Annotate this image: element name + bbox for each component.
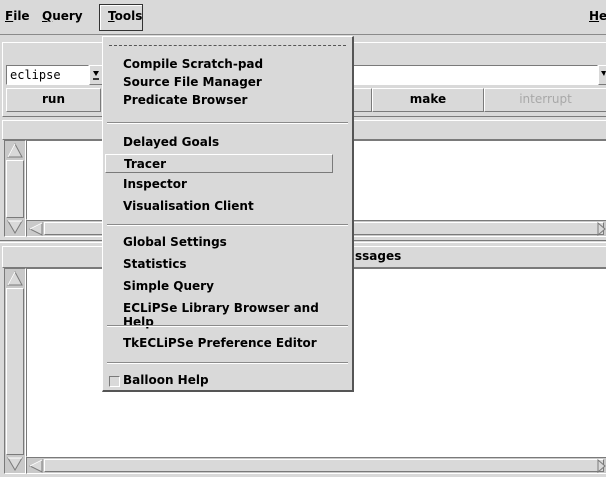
results-vscroll-thumb[interactable] — [6, 160, 24, 218]
scroll-left-arrow-icon — [28, 459, 43, 473]
menu-help-label: el — [599, 9, 606, 23]
query-history-button[interactable] — [598, 65, 606, 85]
make-button[interactable]: make — [372, 88, 484, 112]
menu-query[interactable]: Query — [42, 9, 83, 23]
help-mnemonic: H — [589, 9, 600, 23]
scroll-up-arrow-icon — [7, 270, 23, 286]
make-button-label: make — [409, 92, 447, 106]
menu-item-simple-query[interactable]: Simple Query — [123, 279, 214, 293]
menu-item-tracer[interactable]: Tracer — [105, 154, 333, 173]
menu-tools-label: ools — [114, 9, 143, 23]
menu-item-balloon-help[interactable]: Balloon Help — [123, 373, 209, 387]
menu-file[interactable]: File — [5, 9, 30, 23]
scroll-left-arrow-icon — [28, 222, 43, 236]
messages-hscroll-thumb[interactable] — [44, 459, 604, 472]
menu-tearoff[interactable] — [109, 45, 346, 46]
button-gap — [352, 88, 372, 112]
menu-item-inspector[interactable]: Inspector — [123, 177, 187, 191]
menu-query-label: uery — [52, 9, 83, 23]
menu-tools[interactable]: Tools — [108, 9, 142, 23]
query-input[interactable] — [352, 65, 598, 85]
module-input-value: eclipse — [10, 68, 61, 82]
menu-file-label: ile — [13, 9, 30, 23]
dropdown-arrow-icon — [601, 71, 606, 76]
tools-mnemonic: T — [108, 9, 115, 23]
menu-separator — [107, 122, 348, 124]
messages-vscrollbar[interactable] — [4, 268, 26, 474]
menu-separator — [107, 362, 348, 364]
file-mnemonic: F — [5, 9, 14, 23]
menu-item-delayed-goals[interactable]: Delayed Goals — [123, 135, 219, 149]
menubar: File Query Tools Hel — [0, 0, 606, 35]
query-mnemonic: Q — [42, 9, 53, 23]
messages-hscrollbar[interactable] — [26, 457, 606, 474]
tools-menu: Compile Scratch-pad Source File Manager … — [102, 36, 354, 392]
dropdown-arrow-icon — [93, 71, 99, 80]
menu-separator — [107, 325, 348, 327]
menu-item-predicate-browser[interactable]: Predicate Browser — [123, 93, 247, 107]
run-button-label: run — [41, 92, 65, 106]
menu-item-global-settings[interactable]: Global Settings — [123, 235, 227, 249]
menu-item-statistics[interactable]: Statistics — [123, 257, 187, 271]
messages-vscroll-thumb[interactable] — [6, 288, 24, 455]
menu-item-preference-editor[interactable]: TkECLiPSe Preference Editor — [123, 336, 317, 350]
messages-label: ssages — [355, 249, 402, 263]
scroll-right-arrow-icon — [597, 221, 606, 236]
menu-help[interactable]: Hel — [589, 9, 606, 23]
menu-separator — [107, 224, 348, 226]
scroll-right-arrow-icon — [597, 458, 606, 473]
module-dropdown-button[interactable] — [89, 65, 103, 85]
module-input[interactable]: eclipse — [6, 65, 89, 85]
run-button[interactable]: run — [6, 88, 101, 112]
scroll-down-arrow-icon — [7, 220, 23, 234]
menu-item-source-file-manager[interactable]: Source File Manager — [123, 75, 262, 89]
menu-item-visualisation-client[interactable]: Visualisation Client — [123, 199, 254, 213]
interrupt-button[interactable]: interrupt — [484, 88, 606, 112]
interrupt-button-label: interrupt — [519, 92, 572, 106]
scroll-down-arrow-icon — [7, 457, 23, 471]
balloon-help-checkbox[interactable] — [109, 376, 120, 387]
menu-item-compile-scratch-pad[interactable]: Compile Scratch-pad — [123, 57, 263, 71]
results-vscrollbar[interactable] — [4, 140, 26, 237]
